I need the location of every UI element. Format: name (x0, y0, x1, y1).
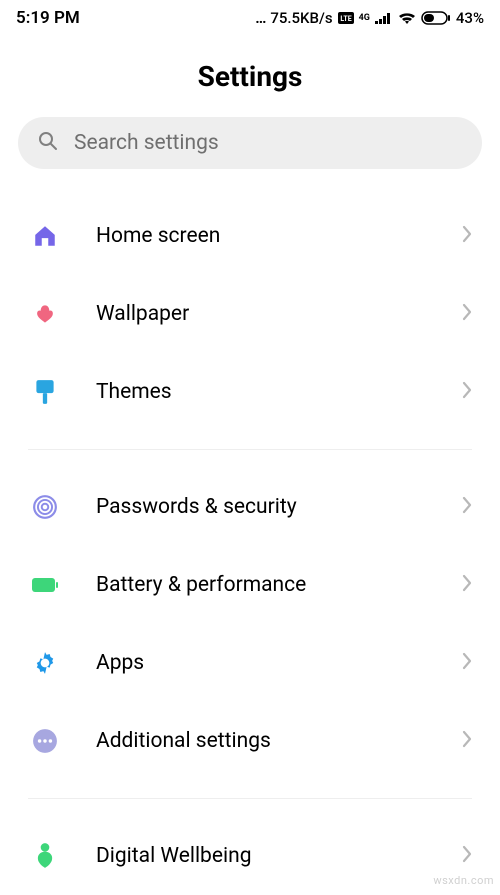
settings-item-apps[interactable]: Apps (0, 624, 500, 702)
chevron-right-icon (462, 652, 472, 674)
chevron-right-icon (462, 574, 472, 596)
settings-item-label: Additional settings (96, 729, 462, 753)
chevron-right-icon (462, 730, 472, 752)
chevron-right-icon (462, 303, 472, 325)
settings-item-themes[interactable]: Themes (0, 353, 500, 431)
page-title: Settings (0, 60, 500, 93)
settings-item-additional-settings[interactable]: Additional settings (0, 702, 500, 780)
chevron-right-icon (462, 225, 472, 247)
svg-text:LTE: LTE (340, 15, 351, 23)
brush-icon (28, 375, 62, 409)
settings-item-label: Home screen (96, 224, 462, 248)
signal-icon (375, 12, 393, 24)
status-time: 5:19 PM (16, 8, 80, 28)
wellbeing-icon (28, 839, 62, 873)
wifi-icon (398, 11, 416, 25)
settings-item-label: Themes (96, 380, 462, 404)
volte-icon: LTE (338, 12, 354, 24)
settings-list: Home screen Wallpaper Themes Passwords & se… (0, 197, 500, 895)
status-dots-icon: … (255, 9, 265, 27)
battery-percent: 43% (456, 9, 484, 27)
settings-item-label: Passwords & security (96, 495, 462, 519)
fingerprint-icon (28, 490, 62, 524)
settings-item-home-screen[interactable]: Home screen (0, 197, 500, 275)
dots-icon (28, 724, 62, 758)
settings-item-battery-performance[interactable]: Battery & performance (0, 546, 500, 624)
search-icon (38, 131, 58, 155)
settings-item-passwords-security[interactable]: Passwords & security (0, 468, 500, 546)
section-divider (28, 798, 472, 799)
status-bar: 5:19 PM … 75.5KB/s LTE 4G 43% (0, 0, 500, 32)
flower-icon (28, 297, 62, 331)
search-input[interactable]: Search settings (18, 117, 482, 169)
settings-item-label: Digital Wellbeing (96, 844, 462, 868)
chevron-right-icon (462, 496, 472, 518)
settings-item-label: Battery & performance (96, 573, 462, 597)
chevron-right-icon (462, 381, 472, 403)
home-icon (28, 219, 62, 253)
gear-icon (28, 646, 62, 680)
settings-item-label: Apps (96, 651, 462, 675)
settings-item-digital-wellbeing[interactable]: Digital Wellbeing (0, 817, 500, 895)
status-network-speed: 75.5KB/s (270, 9, 332, 27)
status-indicators: … 75.5KB/s LTE 4G 43% (255, 9, 484, 27)
signal-4g-icon: 4G (359, 14, 370, 23)
watermark: wsxdn.com (433, 874, 494, 887)
battery-icon (28, 568, 62, 602)
chevron-right-icon (462, 845, 472, 867)
settings-item-label: Wallpaper (96, 302, 462, 326)
search-placeholder: Search settings (74, 131, 219, 155)
section-divider (28, 449, 472, 450)
battery-icon (421, 11, 451, 25)
settings-item-wallpaper[interactable]: Wallpaper (0, 275, 500, 353)
